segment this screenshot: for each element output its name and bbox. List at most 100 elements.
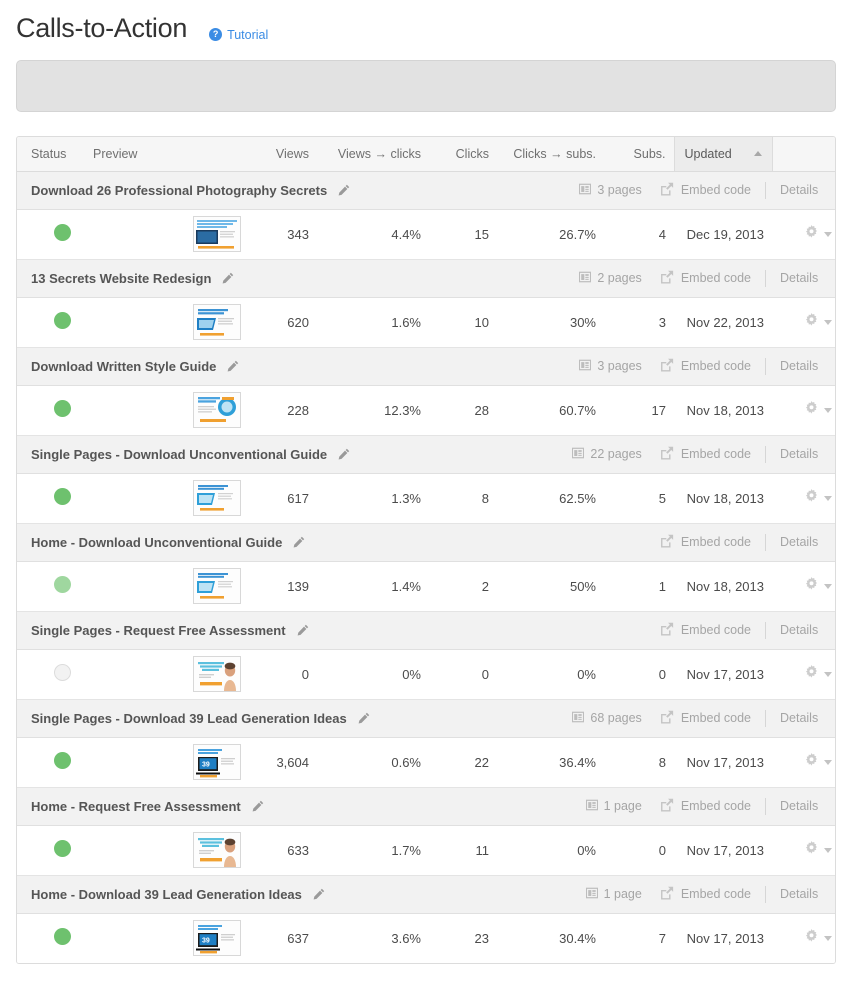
settings-menu-button[interactable] [804,929,832,947]
embed-code-button[interactable]: Embed code [660,534,765,551]
pencil-icon[interactable] [250,799,265,814]
details-button[interactable]: Details [766,887,828,901]
embed-code-button[interactable]: Embed code [660,622,765,639]
pages-count: 22 pages [572,447,642,462]
pencil-icon[interactable] [291,535,306,550]
views-value: 633 [249,825,317,876]
subs-value: 0 [604,649,674,700]
clicks-to-subs-value: 0% [497,825,604,876]
views-to-clicks-value: 1.3% [317,473,429,524]
column-header-clicks[interactable]: Clicks [429,136,497,172]
pages-layout-icon [579,271,592,286]
pages-layout-icon [572,711,585,726]
settings-menu-button[interactable] [804,225,832,243]
cta-data-row: 139 1.4% 2 50% 1 Nov 18, 2013 [17,561,835,612]
embed-code-button[interactable]: Embed code [660,798,765,815]
settings-menu-button[interactable] [804,753,832,771]
tutorial-link[interactable]: ? Tutorial [209,28,268,42]
pencil-icon[interactable] [295,623,310,638]
cta-thumbnail[interactable] [193,392,241,429]
status-indicator-dot[interactable] [54,400,71,418]
updated-value: Nov 18, 2013 [674,473,772,524]
details-button[interactable]: Details [766,359,828,373]
pencil-icon[interactable] [311,887,326,902]
pencil-icon[interactable] [220,271,235,286]
cta-thumbnail[interactable] [193,568,241,605]
embed-code-button[interactable]: Embed code [660,446,765,463]
pages-count-label: 22 pages [590,447,642,462]
status-indicator-dot[interactable] [54,840,71,858]
actions-cell [772,825,835,876]
details-button[interactable]: Details [766,535,828,549]
embed-code-button[interactable]: Embed code [660,710,765,727]
status-indicator-dot[interactable] [54,312,71,330]
details-button[interactable]: Details [766,447,828,461]
clicks-value: 10 [429,297,497,348]
status-indicator-dot[interactable] [54,752,71,770]
column-header-preview[interactable]: Preview [79,136,249,172]
column-header-views[interactable]: Views [249,136,317,172]
cta-thumbnail[interactable]: 39 [193,920,241,957]
preview-cell [79,385,249,436]
column-header-clicks-to-subs[interactable]: Clicks → subs. [497,136,604,172]
gear-icon [804,929,819,947]
column-header-updated[interactable]: Updated [673,136,773,172]
embed-code-label: Embed code [680,711,751,726]
embed-code-button[interactable]: Embed code [660,358,765,375]
settings-menu-button[interactable] [804,313,832,331]
chevron-down-icon [824,935,832,941]
status-indicator-dot[interactable] [54,928,71,946]
settings-menu-button[interactable] [804,577,832,595]
subs-value: 5 [604,473,674,524]
cta-thumbnail[interactable] [193,304,241,341]
embed-code-button[interactable]: Embed code [660,886,765,903]
updated-value: Nov 17, 2013 [674,913,772,964]
embed-code-button[interactable]: Embed code [660,270,765,287]
cta-dashboard-page: Calls-to-Action ? Tutorial Status Previe… [0,0,852,1007]
pages-count-label: 1 page [603,887,642,902]
embed-code-button[interactable]: Embed code [660,182,765,199]
details-button[interactable]: Details [766,711,828,725]
status-indicator-dot[interactable] [54,488,71,506]
cta-group-cell: Single Pages - Download 39 Lead Generati… [17,698,835,738]
pencil-icon[interactable] [336,183,351,198]
clicks-value: 2 [429,561,497,612]
details-button[interactable]: Details [766,623,828,637]
preview-cell [79,473,249,524]
status-indicator-dot[interactable] [54,576,71,594]
details-button[interactable]: Details [766,183,828,197]
column-header-views-to-clicks[interactable]: Views → clicks [317,136,429,172]
pages-count: 3 pages [579,183,642,198]
cta-group-row: Home - Download 39 Lead Generation Ideas… [17,874,835,914]
subs-value: 3 [604,297,674,348]
settings-menu-button[interactable] [804,489,832,507]
embed-code-label: Embed code [680,183,751,198]
pencil-icon[interactable] [356,711,371,726]
pages-count-label: 1 page [603,799,642,814]
settings-menu-button[interactable] [804,665,832,683]
details-button[interactable]: Details [766,271,828,285]
cta-thumbnail[interactable] [193,480,241,517]
pencil-icon[interactable] [225,359,240,374]
cta-group-cell: Single Pages - Download Unconventional G… [17,434,835,474]
cta-group-row: Download Written Style Guide 3 pages Embed… [17,346,835,386]
column-header-status[interactable]: Status [17,136,79,172]
cta-thumbnail[interactable] [193,216,241,253]
cta-thumbnail[interactable] [193,832,241,869]
status-indicator-dot[interactable] [54,224,71,242]
cta-data-row: 228 12.3% 28 60.7% 17 Nov 18, 2013 [17,385,835,436]
clicks-value: 11 [429,825,497,876]
status-cell [17,385,79,436]
page-title: Calls-to-Action [16,13,188,43]
cta-group-row: 13 Secrets Website Redesign 2 pages Embed … [17,258,835,298]
settings-menu-button[interactable] [804,401,832,419]
pencil-icon[interactable] [336,447,351,462]
cta-thumbnail[interactable] [193,656,241,693]
column-header-subs[interactable]: Subs. [604,136,674,172]
details-button[interactable]: Details [766,799,828,813]
cta-thumbnail[interactable]: 39 [193,744,241,781]
status-indicator-dot[interactable] [54,664,71,682]
external-link-icon [660,798,674,815]
updated-value: Dec 19, 2013 [674,209,772,260]
settings-menu-button[interactable] [804,841,832,859]
